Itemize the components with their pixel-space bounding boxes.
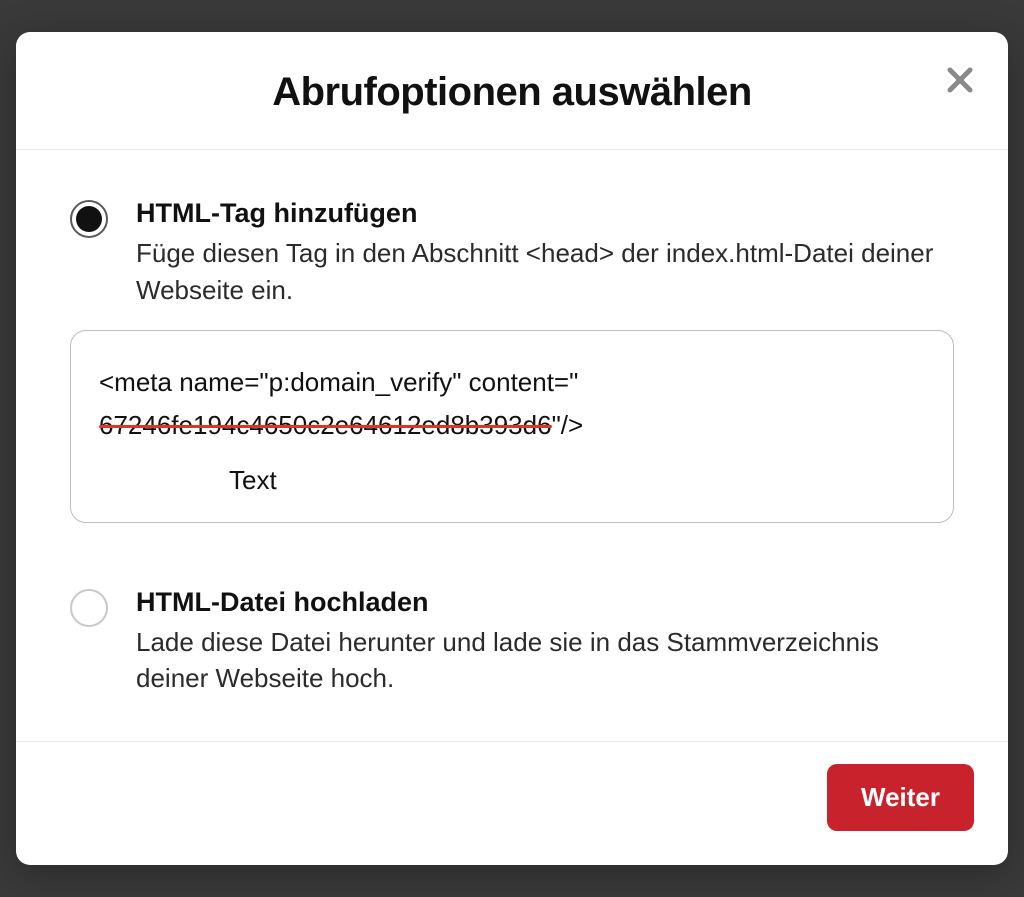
option-html-tag[interactable]: HTML-Tag hinzufügen Füge diesen Tag in d…	[70, 198, 954, 522]
code-prefix: <meta name="p:domain_verify" content="	[99, 367, 578, 397]
option-html-file[interactable]: HTML-Datei hochladen Lade diese Datei he…	[70, 587, 954, 697]
modal-dialog: Abrufoptionen auswählen HTML-Tag hinzufü…	[16, 32, 1008, 864]
option-title-html-file: HTML-Datei hochladen	[136, 587, 954, 618]
code-suffix: "/>	[552, 410, 584, 440]
modal-header: Abrufoptionen auswählen	[16, 32, 1008, 150]
modal-title: Abrufoptionen auswählen	[40, 70, 984, 115]
code-annotation: Text	[229, 459, 925, 502]
option-desc-html-tag: Füge diesen Tag in den Abschnitt <head> …	[136, 235, 954, 308]
code-box-meta-tag[interactable]: <meta name="p:domain_verify" content=" 67…	[70, 330, 954, 523]
option-content: HTML-Tag hinzufügen Füge diesen Tag in d…	[136, 198, 954, 522]
code-redacted-value: 67246fe194c4650c2e64612ed8b393d6	[99, 404, 552, 447]
next-button[interactable]: Weiter	[827, 764, 974, 831]
modal-body: HTML-Tag hinzufügen Füge diesen Tag in d…	[16, 150, 1008, 740]
option-desc-html-file: Lade diese Datei herunter und lade sie i…	[136, 624, 954, 697]
close-icon	[945, 65, 975, 95]
modal-footer: Weiter	[16, 741, 1008, 865]
option-title-html-tag: HTML-Tag hinzufügen	[136, 198, 954, 229]
radio-html-tag[interactable]	[70, 200, 108, 238]
radio-html-file[interactable]	[70, 589, 108, 627]
option-content: HTML-Datei hochladen Lade diese Datei he…	[136, 587, 954, 697]
